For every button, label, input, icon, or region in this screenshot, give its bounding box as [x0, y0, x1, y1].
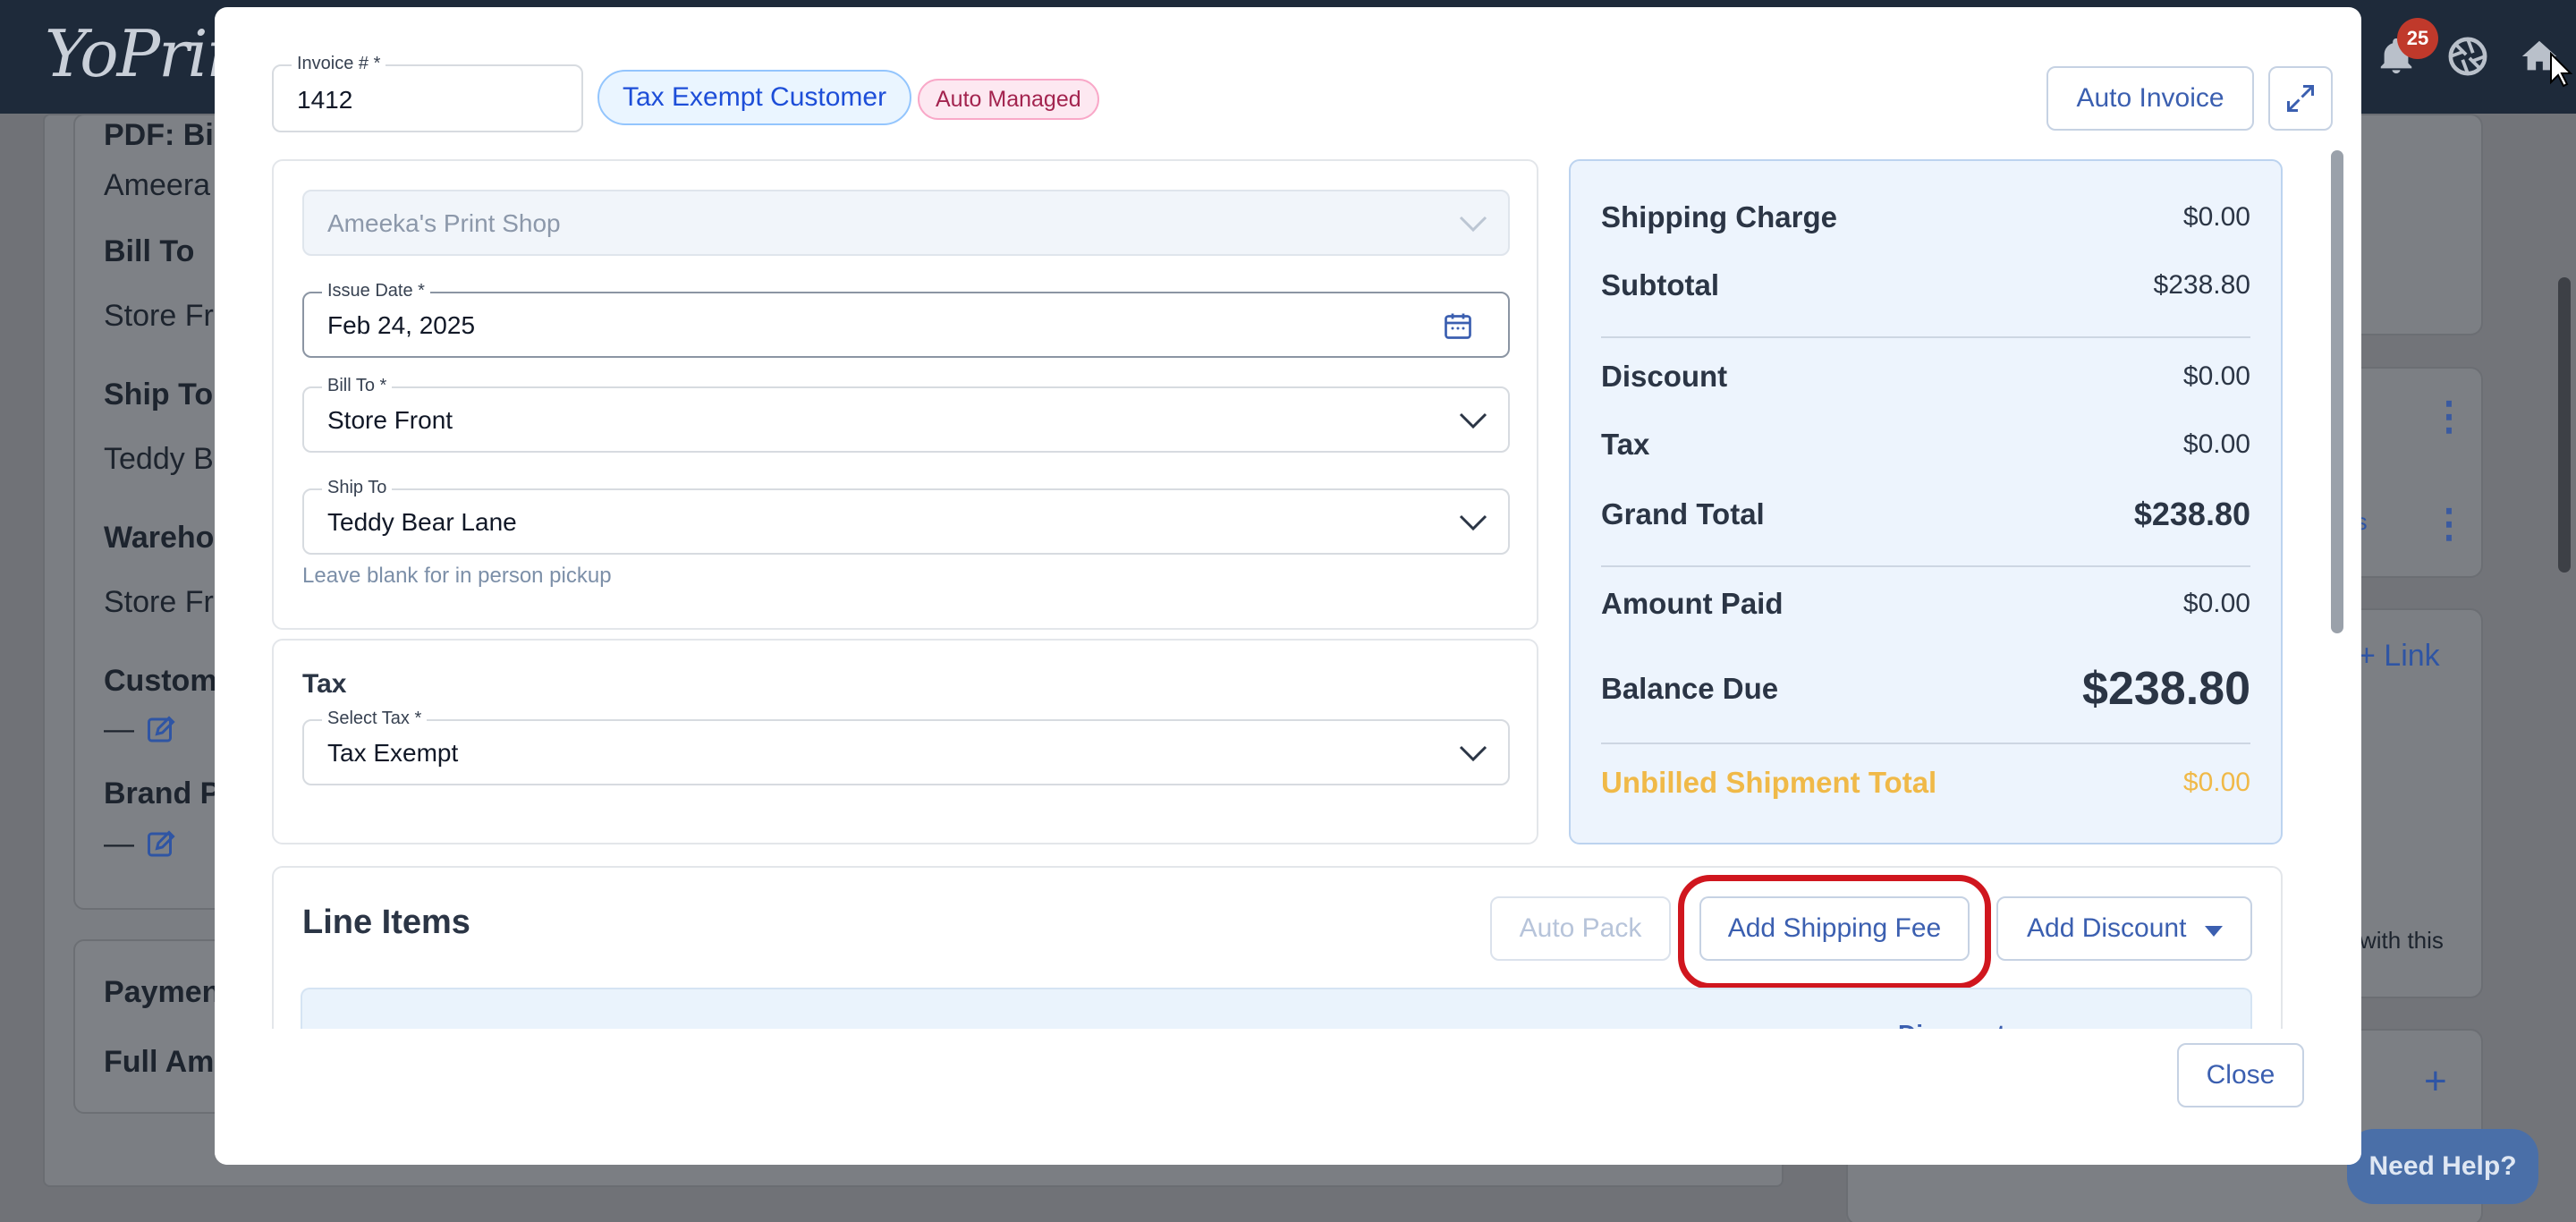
- unbilled-value: $0.00: [2182, 768, 2250, 797]
- tax-row: Tax $0.00: [1601, 428, 2250, 462]
- edit-icon[interactable]: [145, 714, 177, 746]
- amount-paid-label: Amount Paid: [1601, 587, 1784, 620]
- issue-date-field[interactable]: Issue Date * Feb 24, 2025: [302, 281, 1510, 358]
- need-help-button[interactable]: Need Help?: [2347, 1129, 2538, 1204]
- divider: [1601, 743, 2250, 744]
- balance-due-value: $238.80: [2082, 663, 2250, 715]
- amount-paid-row: Amount Paid $0.00: [1601, 587, 2250, 621]
- modal-footer: Close: [215, 1029, 2361, 1165]
- link-button[interactable]: + Link: [2358, 639, 2440, 674]
- pdf-label: PDF: Bill: [104, 118, 231, 152]
- ship-to-value: Teddy Bear Lane: [327, 508, 517, 536]
- ship-to-label: Ship To: [322, 478, 393, 498]
- modal-scrollbar[interactable]: [2331, 150, 2343, 633]
- discount-value: $0.00: [2182, 361, 2250, 391]
- grand-total-row: Grand Total $238.80: [1601, 496, 2250, 533]
- expand-icon: [2287, 85, 2314, 112]
- tax-label: Tax: [1601, 428, 1650, 461]
- divider: [1601, 336, 2250, 338]
- invoice-number-field[interactable]: Invoice # * 1412: [272, 54, 583, 132]
- more-options-icon[interactable]: ⋮: [2429, 501, 2469, 547]
- select-tax-label: Select Tax *: [322, 709, 428, 729]
- add-icon[interactable]: +: [2424, 1059, 2447, 1104]
- auto-pack-button[interactable]: Auto Pack: [1490, 896, 1671, 961]
- ship-to-hint: Leave blank for in person pickup: [302, 564, 612, 588]
- invoice-number-value: 1412: [297, 86, 353, 114]
- add-discount-label: Add Discount: [2027, 913, 2187, 943]
- notification-badge: 25: [2397, 18, 2438, 59]
- issue-date-label: Issue Date *: [322, 281, 430, 301]
- balance-due-row: Balance Due $238.80: [1601, 662, 2250, 716]
- amount-paid-value: $0.00: [2182, 589, 2250, 618]
- caret-down-icon: [2205, 926, 2223, 937]
- shop-select: Ameeka's Print Shop: [302, 190, 1510, 256]
- divider: [1601, 565, 2250, 567]
- shipping-charge-row: Shipping Charge $0.00: [1601, 200, 2250, 234]
- chevron-down-icon: [1459, 216, 1487, 233]
- bill-to-label: Bill To *: [322, 376, 393, 396]
- discount-label: Discount: [1601, 360, 1728, 393]
- ship-to-heading: Ship To: [104, 378, 214, 412]
- more-options-icon[interactable]: ⋮: [2429, 394, 2469, 439]
- chevron-down-icon: [1459, 745, 1487, 762]
- page-scrollbar[interactable]: [2558, 277, 2571, 573]
- shipping-charge-value: $0.00: [2182, 202, 2250, 232]
- grand-total-value: $238.80: [2133, 496, 2250, 532]
- tax-exempt-badge: Tax Exempt Customer: [597, 70, 912, 125]
- mouse-cursor-icon: [2550, 52, 2572, 88]
- invoice-summary-panel: Shipping Charge $0.00 Subtotal $238.80 D…: [1569, 159, 2283, 844]
- discount-row: Discount $0.00: [1601, 360, 2250, 394]
- tax-value: $0.00: [2182, 429, 2250, 459]
- customer-name: Ameera: [104, 168, 211, 202]
- tax-section-title: Tax: [302, 669, 347, 699]
- chevron-down-icon: [1459, 514, 1487, 531]
- subtotal-label: Subtotal: [1601, 268, 1719, 301]
- payment-heading: Paymen: [104, 975, 221, 1009]
- warehouse-value: Store Fro: [104, 585, 231, 619]
- brand-heading: Brand Pr: [104, 776, 233, 810]
- shop-value: Ameeka's Print Shop: [327, 209, 561, 237]
- ship-to-select[interactable]: Ship To Teddy Bear Lane: [302, 478, 1510, 555]
- auto-invoice-button[interactable]: Auto Invoice: [2046, 66, 2254, 131]
- customer-value: —: [104, 712, 134, 746]
- with-this-text: with this: [2360, 927, 2444, 954]
- grand-total-label: Grand Total: [1601, 497, 1765, 530]
- highlight-ring: [1678, 875, 1991, 989]
- subtotal-value: $238.80: [2153, 270, 2250, 300]
- close-button[interactable]: Close: [2177, 1043, 2304, 1107]
- invoice-modal: Invoice # * 1412 Tax Exempt Customer Aut…: [215, 7, 2361, 1165]
- select-tax-value: Tax Exempt: [327, 739, 459, 767]
- chevron-down-icon: [1459, 412, 1487, 429]
- ship-to-value: Teddy B: [104, 442, 214, 476]
- calendar-icon[interactable]: [1442, 310, 1474, 342]
- add-discount-button[interactable]: Add Discount: [1996, 896, 2252, 961]
- full-amount-heading: Full Amo: [104, 1045, 233, 1079]
- shipping-charge-label: Shipping Charge: [1601, 200, 1837, 233]
- issue-date-value: Feb 24, 2025: [327, 311, 476, 339]
- subtotal-row: Subtotal $238.80: [1601, 268, 2250, 302]
- expand-button[interactable]: [2268, 66, 2333, 131]
- balance-due-label: Balance Due: [1601, 672, 1779, 705]
- unbilled-shipment-row: Unbilled Shipment Total $0.00: [1601, 766, 2250, 800]
- edit-icon[interactable]: [145, 828, 177, 861]
- select-tax-select[interactable]: Select Tax * Tax Exempt: [302, 709, 1510, 785]
- bill-to-value: Store Front: [327, 406, 453, 434]
- line-items-title: Line Items: [302, 904, 470, 941]
- unbilled-label: Unbilled Shipment Total: [1601, 766, 1937, 799]
- invoice-number-label: Invoice # *: [292, 54, 386, 74]
- warehouse-heading: Warehou: [104, 521, 233, 555]
- bill-to-heading: Bill To: [104, 234, 195, 268]
- brand-value: —: [104, 827, 134, 861]
- bill-to-value: Store Fro: [104, 299, 231, 333]
- bill-to-select[interactable]: Bill To * Store Front: [302, 376, 1510, 453]
- aperture-icon[interactable]: [2447, 36, 2488, 77]
- auto-managed-badge: Auto Managed: [918, 79, 1099, 120]
